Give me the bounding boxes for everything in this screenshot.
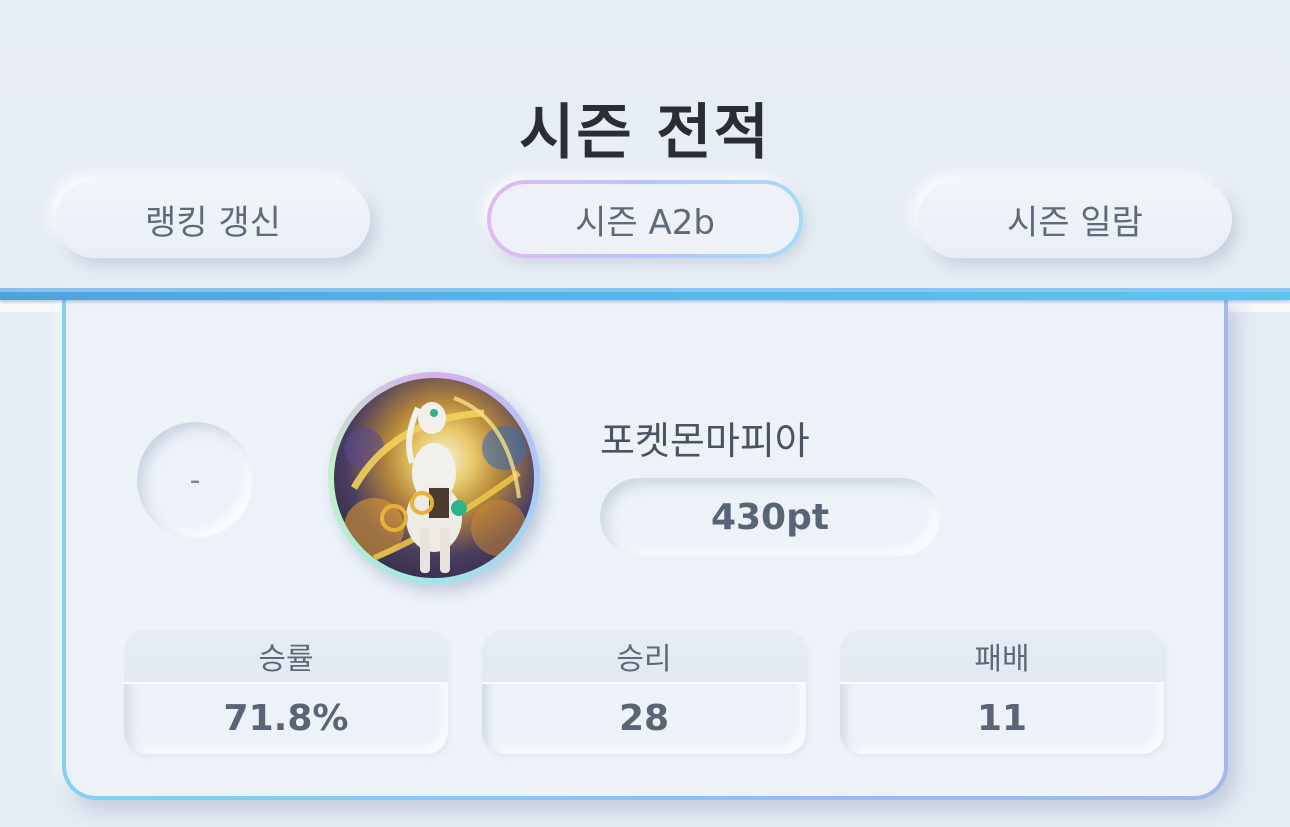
stat-label: 패배	[840, 630, 1164, 684]
stat-label: 승리	[482, 630, 806, 684]
header-area: 시즌 전적 랭킹 갱신 시즌 A2b 시즌 일람	[0, 0, 1290, 292]
stat-label: 승률	[124, 630, 448, 684]
header-divider	[0, 288, 1290, 300]
tab-season-list[interactable]: 시즌 일람	[918, 180, 1232, 258]
stat-value: 28	[618, 697, 670, 739]
stat-win-rate: 승률 71.8%	[124, 630, 448, 754]
stat-wins: 승리 28	[482, 630, 806, 754]
avatar-frame	[328, 372, 540, 584]
player-name: 포켓몬마피아	[600, 419, 810, 463]
page-title: 시즌 전적	[519, 98, 771, 168]
stat-value: 71.8%	[223, 697, 349, 739]
tab-season-a2b[interactable]: 시즌 A2b	[487, 180, 803, 258]
rank-value: -	[189, 462, 201, 498]
points-badge: 430pt	[600, 478, 940, 556]
avatar[interactable]	[334, 378, 534, 578]
stat-losses: 패배 11	[840, 630, 1164, 754]
rank-badge: -	[137, 422, 253, 538]
tab-ranking-refresh[interactable]: 랭킹 갱신	[56, 180, 370, 258]
points-value: 430pt	[710, 496, 830, 538]
arceus-avatar-icon	[344, 396, 527, 573]
stat-value: 11	[976, 697, 1028, 739]
